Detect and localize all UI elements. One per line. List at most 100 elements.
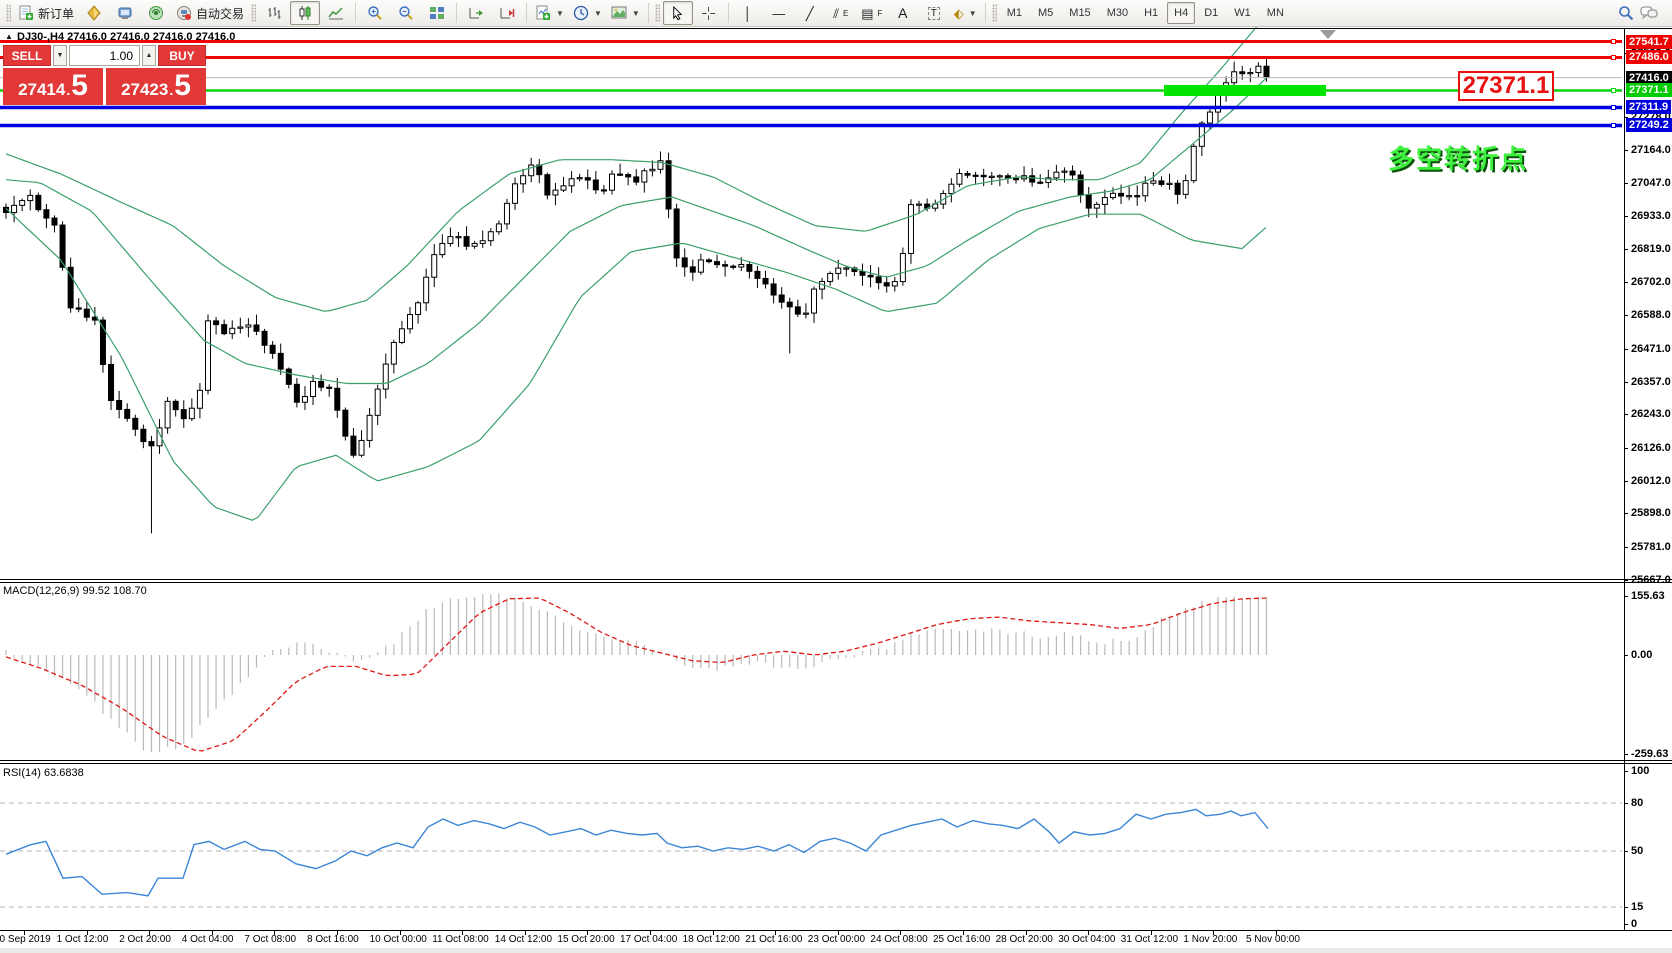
toolbar-grip[interactable] <box>655 4 660 22</box>
line-endpoint-marker[interactable] <box>1611 39 1616 44</box>
zoom-out-button[interactable] <box>391 1 421 25</box>
trendline-button[interactable]: ╱ <box>795 1 825 25</box>
sell-price-panel[interactable]: 27414 . 5 <box>3 68 103 105</box>
signals-button[interactable] <box>141 1 171 25</box>
search-icon[interactable] <box>1618 5 1634 21</box>
arrows-button[interactable]: ⬖ ▼ <box>950 1 981 25</box>
line-endpoint-marker[interactable] <box>1611 55 1616 60</box>
toolbar-grip[interactable] <box>251 4 256 22</box>
algo-trading-button[interactable]: 自动交易 <box>172 1 248 25</box>
text-tool-button[interactable]: A <box>888 1 918 25</box>
buy-price-frac: 5 <box>174 71 191 101</box>
rsi-divider-top[interactable] <box>0 760 1672 761</box>
price-callout-label[interactable]: 27371.1 <box>1458 71 1554 101</box>
price-tick-label: 26243.0 <box>1631 408 1671 420</box>
templates-icon <box>611 5 627 21</box>
chart-shift-marker[interactable] <box>1320 30 1336 39</box>
crosshair-button[interactable] <box>694 1 724 25</box>
buy-button[interactable]: BUY <box>158 45 206 66</box>
sell-price-frac: 5 <box>71 71 88 101</box>
price-tick-label: 27164.0 <box>1631 144 1671 156</box>
timeframe-button-h4[interactable]: H4 <box>1167 2 1195 24</box>
text-label-button[interactable]: T <box>919 1 949 25</box>
buy-price-panel[interactable]: 27423 . 5 <box>106 68 206 105</box>
algo-trading-label: 自动交易 <box>196 5 244 22</box>
toolbar-grip[interactable] <box>6 4 11 22</box>
fibonacci-button[interactable]: ▤F <box>857 1 887 25</box>
volume-increase-button[interactable]: ▲ <box>142 45 156 66</box>
timeframe-button-m15[interactable]: M15 <box>1062 2 1097 24</box>
timeframe-button-w1[interactable]: W1 <box>1227 2 1258 24</box>
templates-button[interactable]: ▼ <box>607 1 644 25</box>
sell-price-int: 27414 <box>18 80 65 100</box>
price-tick <box>1624 382 1628 383</box>
timeframe-button-m30[interactable]: M30 <box>1100 2 1135 24</box>
macd-tick <box>1624 596 1628 597</box>
tile-windows-button[interactable] <box>422 1 452 25</box>
volume-input[interactable] <box>69 45 140 66</box>
market-watch-button[interactable] <box>79 1 109 25</box>
rsi-tick <box>1624 803 1628 804</box>
line-endpoint-marker[interactable] <box>1611 105 1616 110</box>
sell-price-sep: . <box>66 82 70 98</box>
line-chart-button[interactable] <box>321 1 351 25</box>
zoom-in-button[interactable] <box>360 1 390 25</box>
vertical-line-button[interactable]: │ <box>733 1 763 25</box>
cursor-button[interactable] <box>663 1 693 25</box>
chart-shift-button[interactable] <box>492 1 522 25</box>
rsi-tick <box>1624 924 1628 925</box>
timeframe-button-d1[interactable]: D1 <box>1197 2 1225 24</box>
price-tick-label: 25898.0 <box>1631 507 1671 519</box>
toolbar-grip[interactable] <box>992 4 997 22</box>
time-tick-label: 2 Oct 20:00 <box>119 934 171 945</box>
level-price-label: 27486.0 <box>1626 50 1672 64</box>
macd-divider-top[interactable] <box>0 579 1672 580</box>
horizontal-line-button[interactable]: — <box>764 1 794 25</box>
auto-scroll-button[interactable] <box>461 1 491 25</box>
time-tick-label: 23 Oct 00:00 <box>808 934 865 945</box>
cursor-icon <box>670 6 685 21</box>
indicators-button[interactable]: ▼ <box>531 1 568 25</box>
new-order-icon <box>18 5 34 21</box>
line-endpoint-marker[interactable] <box>1611 123 1616 128</box>
time-axis[interactable]: 30 Sep 20191 Oct 12:002 Oct 20:004 Oct 0… <box>0 931 1672 948</box>
price-tick-label: 27047.0 <box>1631 177 1671 189</box>
equidistant-channel-button[interactable]: ⫽E <box>826 1 856 25</box>
rsi-tick-label: 0 <box>1631 918 1637 930</box>
periods-clock-icon <box>573 5 589 21</box>
oneclick-collapse-arrow[interactable]: ▲ <box>5 32 13 41</box>
bar-chart-button[interactable] <box>259 1 289 25</box>
level-price-label: 27311.9 <box>1626 100 1671 114</box>
timeframe-button-m1[interactable]: M1 <box>1000 2 1029 24</box>
time-tick-label: 30 Sep 2019 <box>0 934 51 945</box>
time-tick-label: 7 Oct 08:00 <box>244 934 296 945</box>
fibonacci-icon: ▤ <box>861 7 873 20</box>
volume-decrease-button[interactable]: ▼ <box>53 45 67 66</box>
sell-button[interactable]: SELL <box>3 45 51 66</box>
price-tick <box>1624 183 1628 184</box>
macd-divider-bottom[interactable] <box>0 582 1672 583</box>
indicators-dropdown-arrow: ▼ <box>556 9 564 18</box>
rsi-tick <box>1624 771 1628 772</box>
price-tick-label: 26819.0 <box>1631 243 1671 255</box>
depth-of-market-button[interactable] <box>110 1 140 25</box>
toolbar-right-icons <box>1618 5 1668 21</box>
periods-button[interactable]: ▼ <box>569 1 606 25</box>
macd-tick-label: -259.63 <box>1631 748 1668 760</box>
candlestick-chart-button[interactable] <box>290 1 320 25</box>
timeframe-button-h1[interactable]: H1 <box>1137 2 1165 24</box>
chat-icon[interactable] <box>1640 5 1658 21</box>
price-scale[interactable]: 27500.027278.027164.027047.026933.026819… <box>1624 28 1672 930</box>
timeframe-button-mn[interactable]: MN <box>1260 2 1291 24</box>
line-endpoint-marker[interactable] <box>1611 88 1616 93</box>
time-tick-label: 1 Nov 20:00 <box>1183 934 1237 945</box>
timeframe-button-m5[interactable]: M5 <box>1031 2 1060 24</box>
price-tick-label: 26933.0 <box>1631 210 1671 222</box>
time-tick-label: 18 Oct 12:00 <box>683 934 740 945</box>
timeframe-group: M1M5M15M30H1H4D1W1MN <box>1000 2 1291 24</box>
chinese-annotation[interactable]: 多空转折点 <box>1388 139 1528 176</box>
level-price-label: 27541.7 <box>1626 35 1672 49</box>
new-order-button[interactable]: 新订单 <box>14 1 78 25</box>
rsi-divider-bottom[interactable] <box>0 763 1672 764</box>
time-tick-label: 24 Oct 08:00 <box>870 934 927 945</box>
